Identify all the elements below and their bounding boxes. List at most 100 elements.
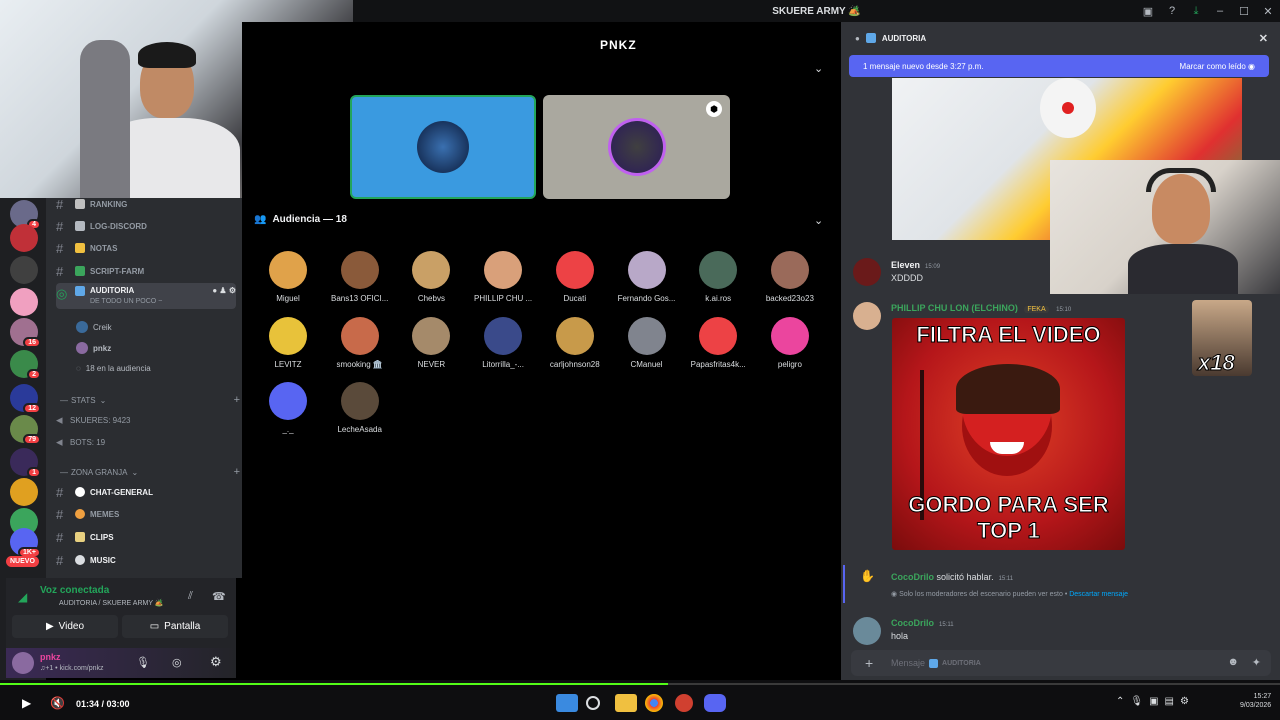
video-button[interactable]: ▶ Video xyxy=(12,615,118,638)
inbox-icon[interactable]: ▣ xyxy=(1136,5,1160,18)
request-author[interactable]: CocoDrilo xyxy=(891,572,934,582)
speaker-tile[interactable] xyxy=(350,95,536,199)
download-icon[interactable]: ⤓ xyxy=(1184,5,1208,18)
stage-member[interactable]: Creik xyxy=(76,321,112,333)
category-stats[interactable]: — STATS ⌄ + xyxy=(60,390,240,410)
server-icon[interactable]: 1 xyxy=(10,448,41,478)
server-icon[interactable]: 79 xyxy=(10,415,41,445)
speaker-icon: ◂ xyxy=(56,434,63,449)
server-icon[interactable] xyxy=(10,478,38,506)
progress-fill[interactable] xyxy=(0,683,669,685)
audience-member[interactable]: peligro xyxy=(754,316,826,369)
settings-icon[interactable]: ⚙ xyxy=(210,654,222,670)
audience-member[interactable]: Chebvs xyxy=(395,251,467,303)
message-author[interactable]: CocoDrilo xyxy=(891,618,934,628)
server-icon[interactable] xyxy=(10,288,38,316)
signal-icon[interactable]: ◢ xyxy=(18,590,27,604)
avatar[interactable] xyxy=(853,258,881,286)
audience-member[interactable]: Miguel xyxy=(252,251,324,303)
close-icon[interactable]: ✕ xyxy=(1259,32,1268,45)
file-explorer-icon[interactable] xyxy=(615,694,637,712)
avatar[interactable] xyxy=(12,652,34,674)
audience-member[interactable]: Fernando Gos... xyxy=(611,251,683,303)
audience-member[interactable]: _._ xyxy=(252,382,324,434)
server-icon[interactable]: 2 xyxy=(10,350,41,380)
mute-icon[interactable]: 🔇 xyxy=(50,696,65,710)
sticker-image[interactable]: x18 xyxy=(1192,300,1252,376)
help-icon[interactable]: ? xyxy=(1160,5,1184,17)
stat-bots[interactable]: ◂ BOTS: 19 xyxy=(56,432,236,452)
audience-member[interactable]: CManuel xyxy=(611,316,683,369)
channel-memes[interactable]: # MEMES xyxy=(56,504,236,524)
minimize-button[interactable]: – xyxy=(1208,5,1232,17)
mic-icon[interactable]: 🎙 xyxy=(136,656,150,669)
channel-ranking[interactable]: # RANKING xyxy=(56,194,236,214)
channel-music[interactable]: # MUSIC xyxy=(56,550,236,570)
audience-member[interactable]: LEVITZ xyxy=(252,316,324,369)
browser-icon[interactable] xyxy=(675,694,693,712)
message-author[interactable]: PHILLIP CHU LON (ELCHINO) xyxy=(891,303,1018,313)
chevron-down-icon[interactable]: ⌄ xyxy=(814,214,823,227)
audience-member[interactable]: Litorrilla_-... xyxy=(467,316,539,369)
server-icon[interactable] xyxy=(10,256,38,284)
audience-member-name: CManuel xyxy=(630,359,663,369)
channel-notas[interactable]: # NOTAS xyxy=(56,238,236,258)
chevron-down-icon[interactable]: ⌄ xyxy=(814,62,823,75)
audience-member[interactable]: carljohnson28 xyxy=(539,316,611,369)
message-author[interactable]: Eleven xyxy=(891,260,920,270)
maximize-button[interactable]: ☐ xyxy=(1232,5,1256,18)
stage-icon: ◎ xyxy=(56,286,68,301)
audience-member-name: Chebvs xyxy=(417,294,445,303)
voice-location[interactable]: AUDITORIA / SKUERE ARMY 🏕️ xyxy=(59,599,164,607)
channel-auditoria-active[interactable]: ◎ AUDITORIA DE TODO UN POCO ~ ● ♟ ⚙ xyxy=(56,283,236,309)
audience-member[interactable]: PHILLIP CHU ... xyxy=(467,251,539,303)
close-button[interactable]: ✕ xyxy=(1256,5,1280,18)
audience-member[interactable]: NEVER xyxy=(395,316,467,369)
server-icon[interactable]: 1K+ xyxy=(10,528,41,558)
mark-read-button[interactable]: Marcar como leído xyxy=(1180,62,1246,71)
windows-start-icon[interactable] xyxy=(556,694,578,712)
channel-actions-icon[interactable]: ● ♟ ⚙ xyxy=(212,286,236,295)
audience-member[interactable]: Ducati xyxy=(539,251,611,303)
server-icon[interactable]: 16 xyxy=(10,318,41,348)
audience-member[interactable]: backed23o23 xyxy=(754,251,826,303)
audience-member[interactable]: LecheAsada xyxy=(324,382,396,434)
channel-chat-general[interactable]: # CHAT-GENERAL xyxy=(56,482,236,502)
stage-member[interactable]: pnkz xyxy=(76,342,111,354)
stat-skueres[interactable]: ◂ SKUERES: 9423 xyxy=(56,410,236,430)
audience-member[interactable]: Papasfritas4k... xyxy=(682,316,754,369)
username[interactable]: pnkz xyxy=(40,652,61,662)
speaker-tile[interactable]: ⬢ xyxy=(543,95,730,199)
server-icon[interactable]: 12 xyxy=(10,384,41,414)
channel-log-discord[interactable]: # LOG-DISCORD xyxy=(56,216,236,236)
channel-script-farm[interactable]: # SCRIPT-FARM xyxy=(56,261,236,281)
audience-member[interactable]: Bans13 OFICI... xyxy=(324,251,396,303)
avatar[interactable] xyxy=(853,617,881,645)
server-icon[interactable] xyxy=(10,224,38,252)
chrome-icon[interactable] xyxy=(645,694,663,712)
headphones-icon[interactable]: ◎ xyxy=(172,656,182,669)
discord-taskbar-icon[interactable] xyxy=(704,694,726,712)
system-tray-icons[interactable]: ⌃🎙▣▤⚙ xyxy=(1116,696,1195,707)
headset xyxy=(1146,168,1216,192)
noise-suppression-icon[interactable]: ⫽ xyxy=(188,590,193,603)
chair xyxy=(80,40,130,198)
voice-status[interactable]: Voz conectada xyxy=(40,585,109,596)
nuevo-badge[interactable]: NUEVO xyxy=(6,556,39,567)
channel-clips[interactable]: # CLIPS xyxy=(56,527,236,547)
speaker-icon: ◂ xyxy=(56,412,63,427)
audience-member[interactable]: k.ai.ros xyxy=(682,251,754,303)
audience-header[interactable]: 👥 Audiencia — 18 xyxy=(254,214,347,225)
audience-count[interactable]: ◌ 18 en la audiencia xyxy=(76,364,151,373)
avatar[interactable] xyxy=(853,302,881,330)
category-zona-granja[interactable]: — ZONA GRANJA ⌄ + xyxy=(60,462,240,482)
new-messages-banner[interactable]: 1 mensaje nuevo desde 3:27 p.m. Marcar c… xyxy=(849,55,1269,77)
play-icon[interactable]: ▶ xyxy=(22,696,31,710)
meme-image[interactable]: FILTRA EL VIDEO GORDO PARA SER TOP 1 xyxy=(892,318,1125,550)
audience-member[interactable]: smooking 🏛️ xyxy=(324,316,396,369)
screen-share-button[interactable]: ▭ Pantalla xyxy=(122,615,228,638)
avatar xyxy=(340,251,379,289)
disconnect-icon[interactable]: ☎ xyxy=(212,590,226,603)
dismiss-link[interactable]: Descartar mensaje xyxy=(1069,591,1128,598)
search-icon[interactable] xyxy=(586,696,600,710)
